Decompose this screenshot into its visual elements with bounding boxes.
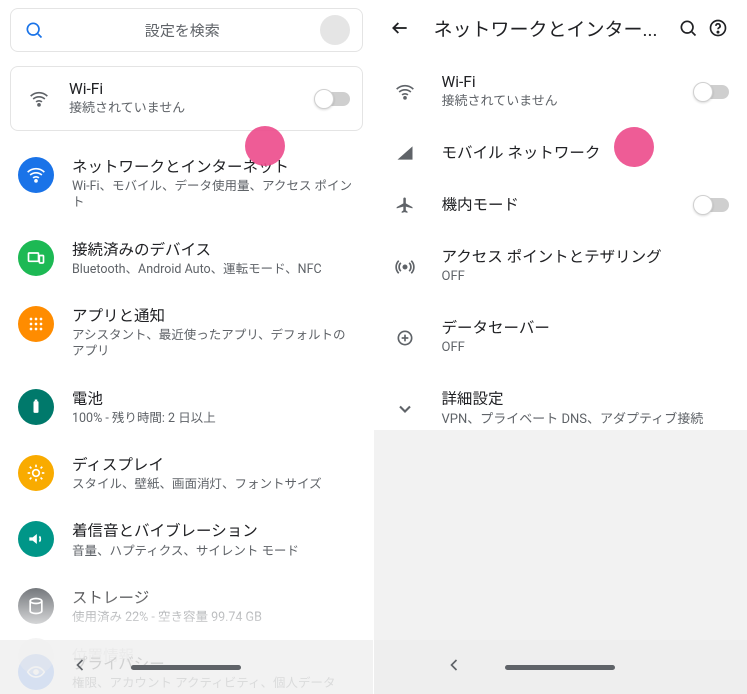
search-button[interactable]	[673, 18, 703, 38]
data-saver-icon	[392, 328, 418, 348]
item-title: 着信音とバイブレーション	[72, 521, 355, 541]
nav-bar	[0, 640, 373, 694]
item-subtitle: 使用済み 22% - 空き容量 99.74 GB	[72, 610, 355, 626]
sidebar-item-display[interactable]: ディスプレイ スタイル、壁紙、画面消灯、フォントサイズ	[0, 441, 373, 507]
row-title: Wi-Fi	[442, 72, 696, 92]
airplane-icon	[392, 195, 418, 215]
nav-home-pill[interactable]	[131, 665, 241, 670]
row-subtitle: OFF	[442, 269, 730, 286]
touch-indicator	[245, 126, 285, 166]
item-subtitle: 100% - 残り時間: 2 日以上	[72, 411, 355, 427]
item-title: ネットワークとインターネット	[72, 157, 355, 177]
sidebar-item-sound[interactable]: 着信音とバイブレーション 音量、ハプティクス、サイレント モード	[0, 507, 373, 573]
row-title: データセーバー	[442, 318, 730, 338]
row-title: 詳細設定	[442, 389, 730, 409]
item-subtitle: 音量、ハプティクス、サイレント モード	[72, 544, 355, 560]
item-title: アプリと通知	[72, 306, 355, 326]
search-input[interactable]: 設定を検索	[10, 8, 363, 52]
item-title: ストレージ	[72, 588, 355, 608]
row-title: モバイル ネットワーク	[442, 143, 730, 163]
mobile-network-row[interactable]: モバイル ネットワーク	[374, 127, 747, 179]
sidebar-item-network[interactable]: ネットワークとインターネット Wi-Fi、モバイル、データ使用量、アクセス ポイ…	[0, 143, 373, 226]
avatar[interactable]	[320, 15, 350, 45]
header: ネットワークとインター...	[374, 0, 747, 56]
item-subtitle: Wi-Fi、モバイル、データ使用量、アクセス ポイント	[72, 179, 355, 212]
wifi-icon	[18, 157, 54, 193]
hotspot-row[interactable]: アクセス ポイントとテザリング OFF	[374, 231, 747, 302]
back-button[interactable]	[388, 18, 412, 38]
wifi-title: Wi-Fi	[69, 79, 316, 99]
airplane-toggle[interactable]	[695, 198, 729, 212]
search-row: 設定を検索	[0, 0, 373, 60]
airplane-mode-row[interactable]: 機内モード	[374, 179, 747, 231]
battery-icon	[18, 389, 54, 425]
item-subtitle: アシスタント、最近使ったアプリ、デフォルトのアプリ	[72, 328, 355, 361]
wifi-icon	[29, 89, 55, 109]
search-placeholder: 設定を検索	[45, 20, 320, 41]
help-button[interactable]	[703, 18, 733, 38]
wifi-subtitle: 接続されていません	[69, 101, 316, 118]
hotspot-icon	[392, 257, 418, 277]
expand-icon	[392, 399, 418, 419]
network-settings-pane: ネットワークとインター... Wi-Fi 接続されていません モバイル ネットワ…	[374, 0, 747, 694]
sidebar-item-connected-devices[interactable]: 接続済みのデバイス Bluetooth、Android Auto、運転モード、N…	[0, 226, 373, 292]
wifi-toggle[interactable]	[695, 85, 729, 99]
wifi-toggle[interactable]	[316, 92, 350, 106]
nav-home-pill[interactable]	[505, 665, 615, 670]
devices-icon	[18, 240, 54, 276]
row-subtitle: OFF	[442, 340, 730, 357]
data-saver-row[interactable]: データセーバー OFF	[374, 302, 747, 373]
page-title: ネットワークとインター...	[412, 15, 674, 42]
wifi-row[interactable]: Wi-Fi 接続されていません	[374, 56, 747, 127]
item-title: ディスプレイ	[72, 455, 355, 475]
wifi-icon	[392, 82, 418, 102]
nav-back-button[interactable]	[70, 655, 90, 680]
display-icon	[18, 455, 54, 491]
storage-icon	[18, 588, 54, 624]
item-title: 電池	[72, 389, 355, 409]
signal-icon	[392, 143, 418, 163]
empty-area	[374, 430, 747, 640]
row-subtitle: VPN、プライベート DNS、アダプティブ接続	[442, 412, 730, 429]
sidebar-item-apps[interactable]: アプリと通知 アシスタント、最近使ったアプリ、デフォルトのアプリ	[0, 292, 373, 375]
nav-back-button[interactable]	[444, 655, 464, 680]
settings-main-pane: 設定を検索 Wi-Fi 接続されていません ネットワークとインターネット Wi-…	[0, 0, 374, 694]
item-title: 接続済みのデバイス	[72, 240, 355, 260]
sidebar-item-storage[interactable]: ストレージ 使用済み 22% - 空き容量 99.74 GB	[0, 574, 373, 640]
nav-bar	[374, 640, 747, 694]
sidebar-item-battery[interactable]: 電池 100% - 残り時間: 2 日以上	[0, 375, 373, 441]
sound-icon	[18, 521, 54, 557]
wifi-texts: Wi-Fi 接続されていません	[55, 79, 316, 118]
wifi-quick-card[interactable]: Wi-Fi 接続されていません	[10, 66, 363, 131]
item-subtitle: Bluetooth、Android Auto、運転モード、NFC	[72, 262, 355, 278]
touch-indicator	[614, 127, 654, 167]
row-title: 機内モード	[442, 195, 696, 215]
apps-icon	[18, 306, 54, 342]
row-subtitle: 接続されていません	[442, 94, 696, 111]
item-subtitle: スタイル、壁紙、画面消灯、フォントサイズ	[72, 477, 355, 493]
row-title: アクセス ポイントとテザリング	[442, 247, 730, 267]
search-icon	[23, 20, 45, 40]
settings-list: ネットワークとインターネット Wi-Fi、モバイル、データ使用量、アクセス ポイ…	[0, 143, 373, 694]
